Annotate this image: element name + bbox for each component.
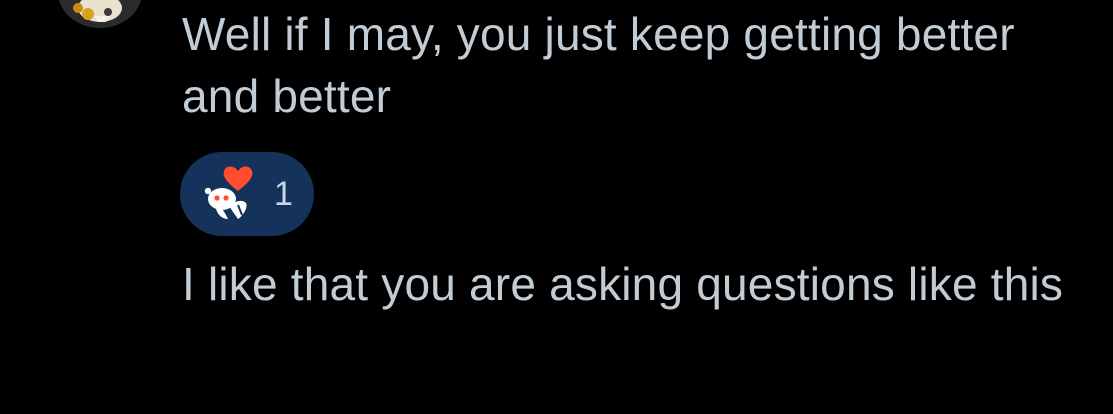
- avatar-image: [58, 0, 142, 28]
- heart-snoo-icon: [204, 166, 253, 219]
- reaction-count: 1: [274, 175, 293, 213]
- user-avatar[interactable]: [58, 0, 142, 28]
- reaction-button[interactable]: 1: [180, 152, 314, 236]
- comment-text: Well if I may, you just keep getting bet…: [182, 8, 1015, 122]
- comment-text: I like that you are asking questions lik…: [182, 258, 1064, 310]
